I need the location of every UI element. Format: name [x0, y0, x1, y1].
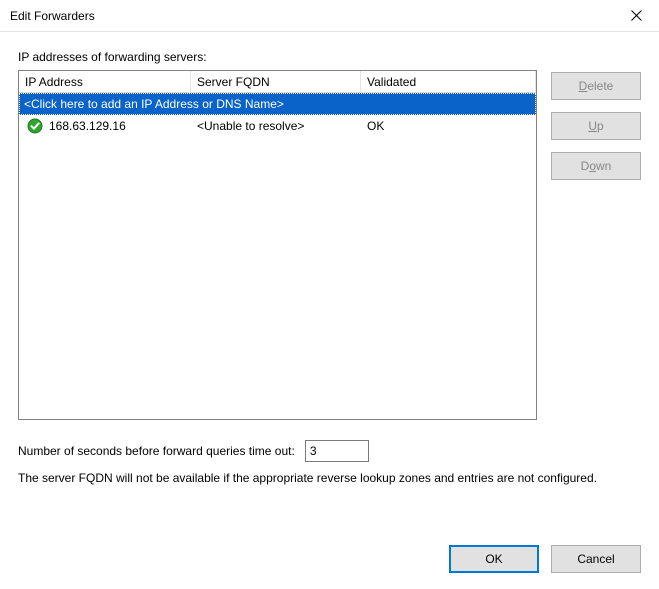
- col-header-ip[interactable]: IP Address: [19, 71, 191, 92]
- col-header-validated[interactable]: Validated: [361, 71, 536, 92]
- delete-button[interactable]: Delete: [551, 72, 641, 100]
- window-title: Edit Forwarders: [10, 9, 613, 23]
- ok-button[interactable]: OK: [449, 545, 539, 573]
- col-header-fqdn[interactable]: Server FQDN: [191, 71, 361, 92]
- up-button[interactable]: Up: [551, 112, 641, 140]
- dialog-footer: OK Cancel: [18, 529, 641, 573]
- main-row: IP Address Server FQDN Validated <Click …: [18, 70, 641, 420]
- list-body: <Click here to add an IP Address or DNS …: [19, 93, 536, 419]
- add-entry-row[interactable]: <Click here to add an IP Address or DNS …: [19, 93, 536, 115]
- table-row[interactable]: 168.63.129.16 <Unable to resolve> OK: [19, 115, 536, 137]
- down-button[interactable]: Down: [551, 152, 641, 180]
- close-icon: [631, 10, 642, 21]
- close-button[interactable]: [613, 0, 659, 32]
- titlebar: Edit Forwarders: [0, 0, 659, 32]
- dialog-content: IP addresses of forwarding servers: IP A…: [0, 32, 659, 589]
- cell-ip: 168.63.129.16: [49, 119, 126, 133]
- add-entry-placeholder: <Click here to add an IP Address or DNS …: [20, 97, 535, 111]
- forwarders-list[interactable]: IP Address Server FQDN Validated <Click …: [18, 70, 537, 420]
- side-buttons: Delete Up Down: [551, 70, 641, 420]
- cell-validated: OK: [361, 119, 536, 133]
- timeout-row: Number of seconds before forward queries…: [18, 440, 641, 462]
- cancel-button[interactable]: Cancel: [551, 545, 641, 573]
- fqdn-note: The server FQDN will not be available if…: [18, 470, 628, 486]
- status-ok-icon: [25, 118, 45, 134]
- list-header: IP Address Server FQDN Validated: [19, 71, 536, 93]
- timeout-label: Number of seconds before forward queries…: [18, 444, 295, 458]
- cell-fqdn: <Unable to resolve>: [191, 119, 361, 133]
- timeout-input[interactable]: [305, 440, 369, 462]
- ip-list-label: IP addresses of forwarding servers:: [18, 50, 641, 64]
